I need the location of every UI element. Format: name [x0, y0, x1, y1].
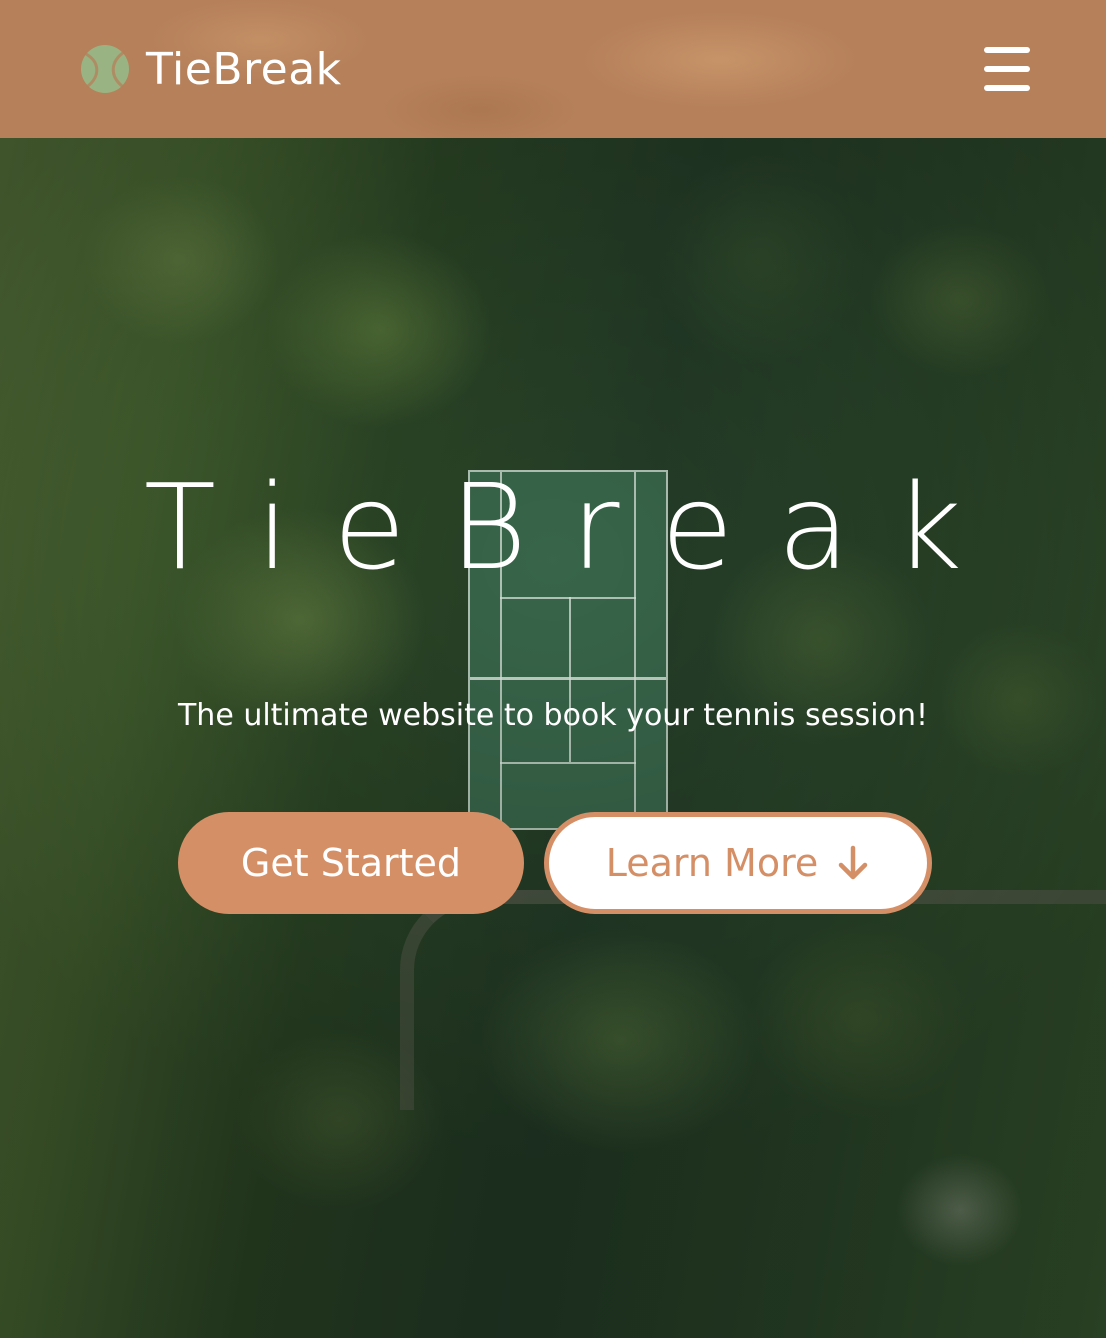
tennis-ball-icon	[81, 45, 129, 93]
get-started-label: Get Started	[240, 841, 462, 885]
page: TieBreak TieBreak The ultimate website t…	[0, 0, 1106, 1338]
learn-more-label: Learn More	[605, 841, 819, 885]
hamburger-menu-icon[interactable]	[984, 47, 1034, 91]
hero-subtitle: The ultimate website to book your tennis…	[177, 698, 929, 733]
arrow-down-icon	[839, 845, 868, 880]
get-started-button[interactable]: Get Started	[178, 812, 524, 914]
brand-name: TieBreak	[146, 43, 342, 95]
brand-link[interactable]: TieBreak	[80, 44, 342, 95]
hero-background-image	[0, 0, 1106, 1338]
garden-path	[400, 890, 1106, 1110]
learn-more-button[interactable]: Learn More	[544, 812, 932, 914]
site-header: TieBreak	[0, 0, 1106, 138]
hero-title: TieBreak	[143, 458, 1007, 596]
